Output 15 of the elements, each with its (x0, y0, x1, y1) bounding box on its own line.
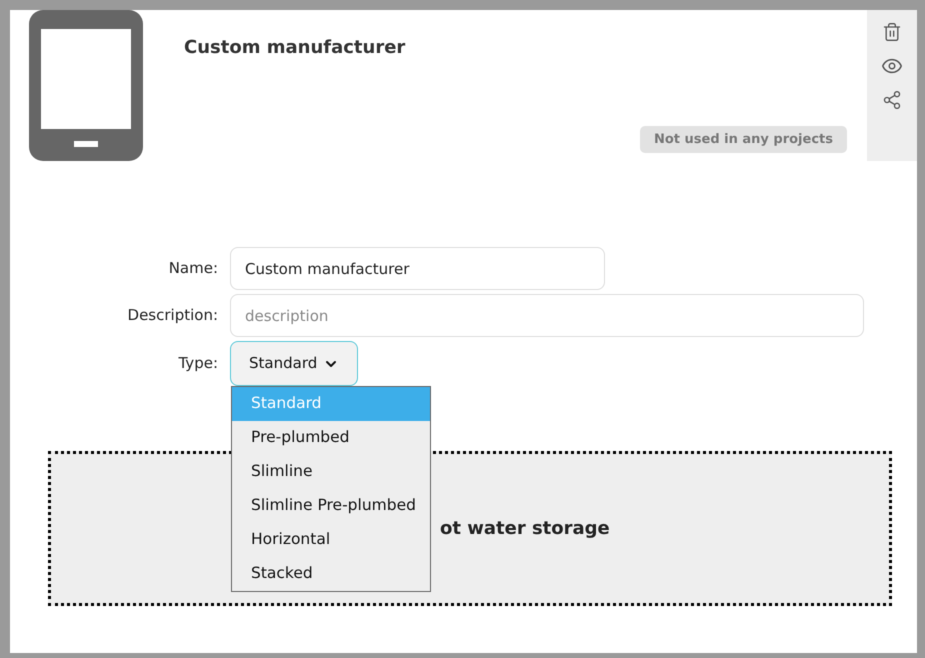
dropdown-option[interactable]: Slimline (232, 455, 430, 489)
drop-zone-text: ot water storage (440, 517, 610, 541)
description-field[interactable]: description (230, 294, 864, 337)
delete-icon[interactable] (882, 22, 902, 42)
field-label: Name: (168, 258, 219, 280)
name-field[interactable]: Custom manufacturer (230, 247, 605, 290)
item-title: Custom manufacturer (184, 36, 406, 60)
dropdown-option[interactable]: Stacked (232, 557, 430, 591)
type-select[interactable]: Standard (230, 341, 358, 386)
field-label: Type: (177, 353, 219, 374)
share-icon[interactable] (882, 90, 902, 110)
usage-badge: Not used in any projects (640, 126, 847, 153)
dropdown-option[interactable]: Slimline Pre-plumbed (232, 489, 430, 523)
field-label: Description: (126, 305, 219, 326)
dropdown-option[interactable]: Horizontal (232, 523, 430, 557)
